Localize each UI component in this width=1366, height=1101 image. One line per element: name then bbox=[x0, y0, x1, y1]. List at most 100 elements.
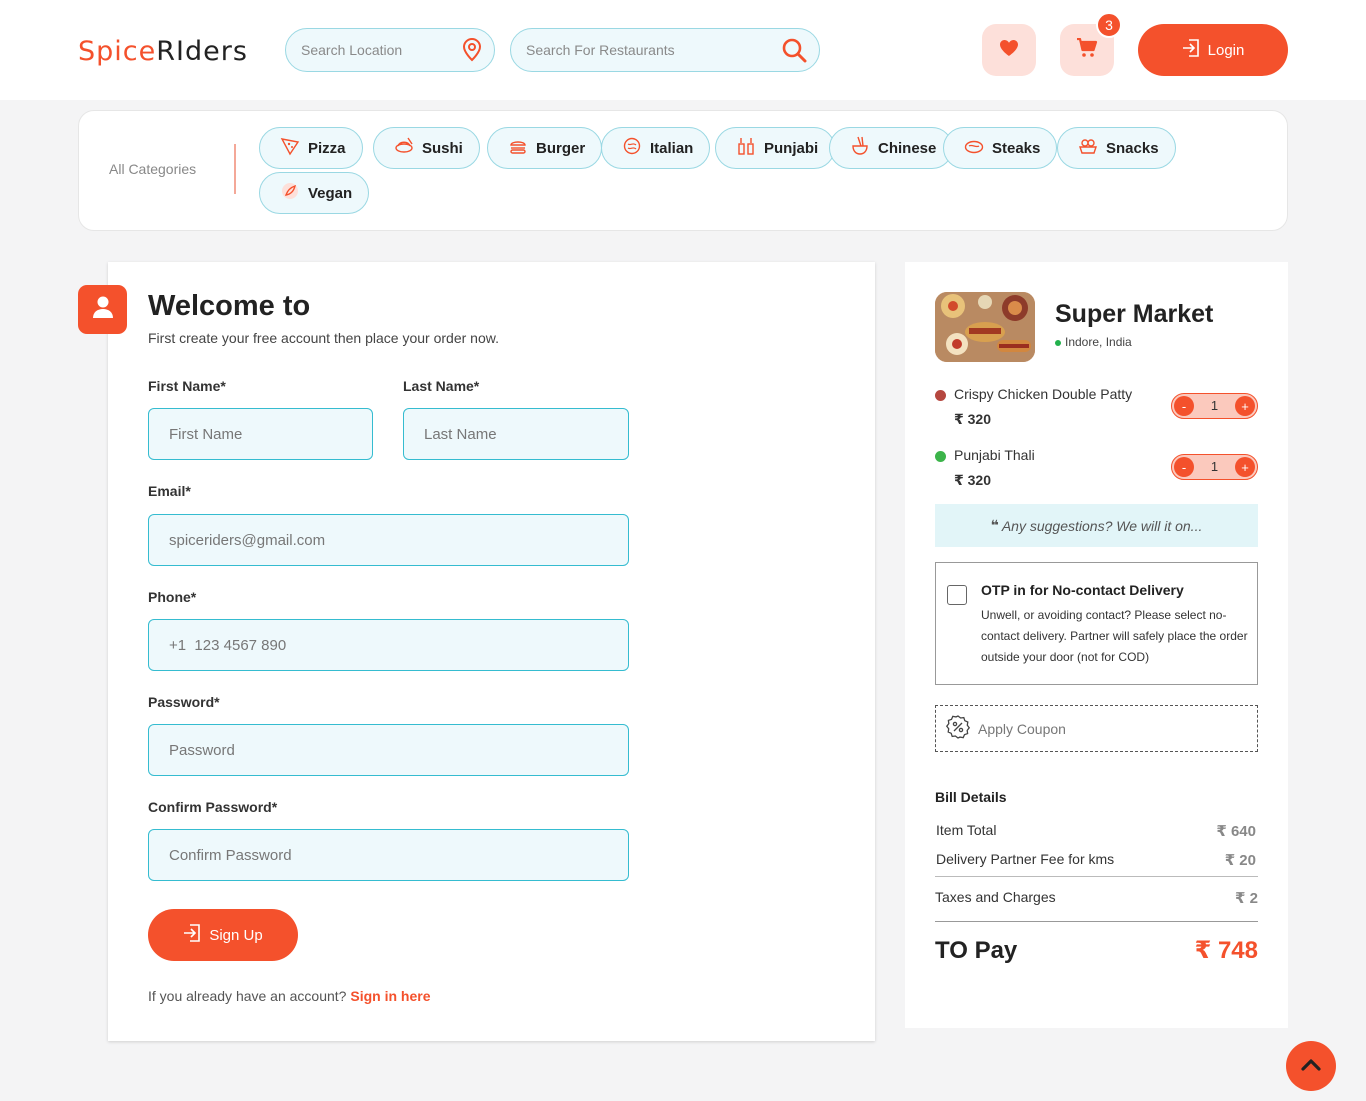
password-field[interactable] bbox=[148, 724, 629, 776]
category-chip-label: Chinese bbox=[878, 139, 937, 157]
punjabi-icon bbox=[736, 136, 756, 160]
bill-value: ₹ 2 bbox=[1235, 890, 1258, 907]
otp-title: OTP in for No-contact Delivery bbox=[981, 582, 1184, 598]
bill-value: ₹ 20 bbox=[1224, 852, 1256, 869]
signup-button[interactable]: Sign Up bbox=[148, 909, 298, 961]
apply-coupon-button[interactable]: Apply Coupon bbox=[935, 705, 1258, 752]
bill-label: Item Total bbox=[936, 822, 997, 838]
increase-button[interactable]: + bbox=[1235, 457, 1255, 477]
bill-value: ₹ 640 bbox=[1216, 823, 1256, 840]
vegan-icon bbox=[280, 181, 300, 205]
last-name-field[interactable] bbox=[403, 408, 629, 460]
chevron-up-icon bbox=[1301, 1057, 1321, 1076]
all-categories-label: All Categories bbox=[109, 161, 197, 177]
divider bbox=[935, 921, 1258, 922]
category-chip-label: Burger bbox=[536, 139, 586, 157]
map-pin-icon[interactable] bbox=[462, 37, 482, 67]
signin-link[interactable]: Sign in here bbox=[350, 988, 430, 1004]
location-search-input[interactable] bbox=[301, 29, 461, 71]
store-image bbox=[935, 292, 1035, 362]
category-chip-italian[interactable]: Italian bbox=[601, 127, 711, 169]
signin-prompt-text: If you already have an account? bbox=[148, 988, 347, 1004]
pizza-icon bbox=[280, 136, 300, 160]
coupon-label: Apply Coupon bbox=[978, 720, 1066, 737]
suggestion-text: Any suggestions? We will it on... bbox=[1001, 517, 1203, 534]
store-location-text: Indore, India bbox=[1065, 335, 1132, 349]
login-label: Login bbox=[1207, 41, 1245, 59]
wishlist-button[interactable] bbox=[982, 24, 1036, 76]
location-dot-icon bbox=[1055, 339, 1061, 346]
quote-icon: ❝ bbox=[990, 517, 999, 533]
divider bbox=[935, 876, 1258, 877]
cart-count-badge: 3 bbox=[1096, 12, 1122, 38]
category-chip-pizza[interactable]: Pizza bbox=[259, 127, 363, 169]
cart-item-price: ₹ 320 bbox=[954, 472, 991, 488]
confirm-password-field[interactable] bbox=[148, 829, 629, 881]
login-icon bbox=[1182, 38, 1200, 62]
store-name: Super Market bbox=[1055, 300, 1214, 328]
email-field[interactable] bbox=[148, 514, 629, 566]
category-chip-sushi[interactable]: Sushi bbox=[373, 127, 480, 169]
top-header: SpiceRIders 3 Login bbox=[0, 0, 1366, 100]
category-chip-label: Italian bbox=[650, 139, 694, 157]
page-title: Welcome to bbox=[148, 290, 311, 322]
signup-label: Sign Up bbox=[209, 926, 263, 944]
burger-icon bbox=[508, 136, 528, 160]
category-chip-punjabi[interactable]: Punjabi bbox=[715, 127, 836, 169]
bill-label: Taxes and Charges bbox=[935, 889, 1056, 905]
logo[interactable]: SpiceRIders bbox=[78, 36, 248, 67]
cart-icon bbox=[1076, 37, 1098, 63]
category-chip-label: Punjabi bbox=[764, 139, 819, 157]
to-pay-label: TO Pay bbox=[935, 937, 1018, 964]
bill-details-title: Bill Details bbox=[935, 789, 1007, 805]
login-button[interactable]: Login bbox=[1138, 24, 1288, 76]
quantity-stepper: -1 + bbox=[1171, 454, 1258, 480]
confirm-password-label: Confirm Password* bbox=[148, 799, 278, 815]
food-type-dot-icon bbox=[935, 390, 946, 401]
cart-item-name: Crispy Chicken Double Patty bbox=[954, 386, 1133, 402]
cart-item-name: Punjabi Thali bbox=[954, 447, 1035, 463]
food-type-dot-icon bbox=[935, 451, 946, 462]
page-subtitle: First create your free account then plac… bbox=[148, 330, 499, 346]
category-chip-label: Vegan bbox=[308, 184, 353, 202]
chinese-icon bbox=[850, 136, 870, 160]
restaurant-search bbox=[510, 28, 820, 72]
increase-button[interactable]: + bbox=[1235, 396, 1255, 416]
otp-description: Unwell, or avoiding contact? Please sele… bbox=[981, 608, 1248, 664]
category-chip-chinese[interactable]: Chinese bbox=[829, 127, 954, 169]
password-label: Password* bbox=[148, 694, 220, 710]
phone-label: Phone* bbox=[148, 589, 197, 605]
search-icon[interactable] bbox=[781, 37, 807, 68]
category-chip-burger[interactable]: Burger bbox=[487, 127, 603, 169]
first-name-label: First Name* bbox=[148, 378, 226, 394]
category-chip-label: Pizza bbox=[308, 139, 346, 157]
coupon-icon bbox=[945, 715, 971, 742]
category-chip-steaks[interactable]: Steaks bbox=[943, 127, 1058, 169]
phone-field[interactable] bbox=[148, 619, 629, 671]
signup-icon bbox=[183, 923, 201, 947]
category-chip-label: Sushi bbox=[422, 139, 463, 157]
signin-prompt: If you already have an account? Sign in … bbox=[148, 988, 430, 1004]
restaurant-search-input[interactable] bbox=[526, 29, 776, 71]
italian-icon bbox=[622, 136, 642, 160]
location-search bbox=[285, 28, 495, 72]
to-pay-value: ₹ 748 bbox=[1194, 937, 1258, 964]
category-chip-label: Steaks bbox=[992, 139, 1041, 157]
no-contact-delivery-box: OTP in for No-contact Delivery Unwell, o… bbox=[935, 562, 1258, 685]
otp-checkbox[interactable] bbox=[947, 585, 967, 605]
steak-icon bbox=[964, 136, 984, 160]
quantity-stepper: -1 + bbox=[1171, 393, 1258, 419]
sushi-icon bbox=[394, 136, 414, 160]
category-chip-snacks[interactable]: Snacks bbox=[1057, 127, 1176, 169]
bill-label: Delivery Partner Fee for kms bbox=[936, 851, 1115, 867]
suggestion-box[interactable]: ❝ Any suggestions? We will it on... bbox=[935, 504, 1258, 547]
snacks-icon bbox=[1078, 136, 1098, 160]
cart-item-price: ₹ 320 bbox=[954, 411, 991, 427]
store-location: Indore, India bbox=[1055, 335, 1132, 349]
scroll-to-top-button[interactable] bbox=[1286, 1041, 1336, 1091]
user-icon bbox=[92, 295, 114, 324]
category-chip-vegan[interactable]: Vegan bbox=[259, 172, 370, 214]
last-name-label: Last Name* bbox=[403, 378, 480, 394]
first-name-field[interactable] bbox=[148, 408, 373, 460]
divider bbox=[234, 144, 236, 194]
